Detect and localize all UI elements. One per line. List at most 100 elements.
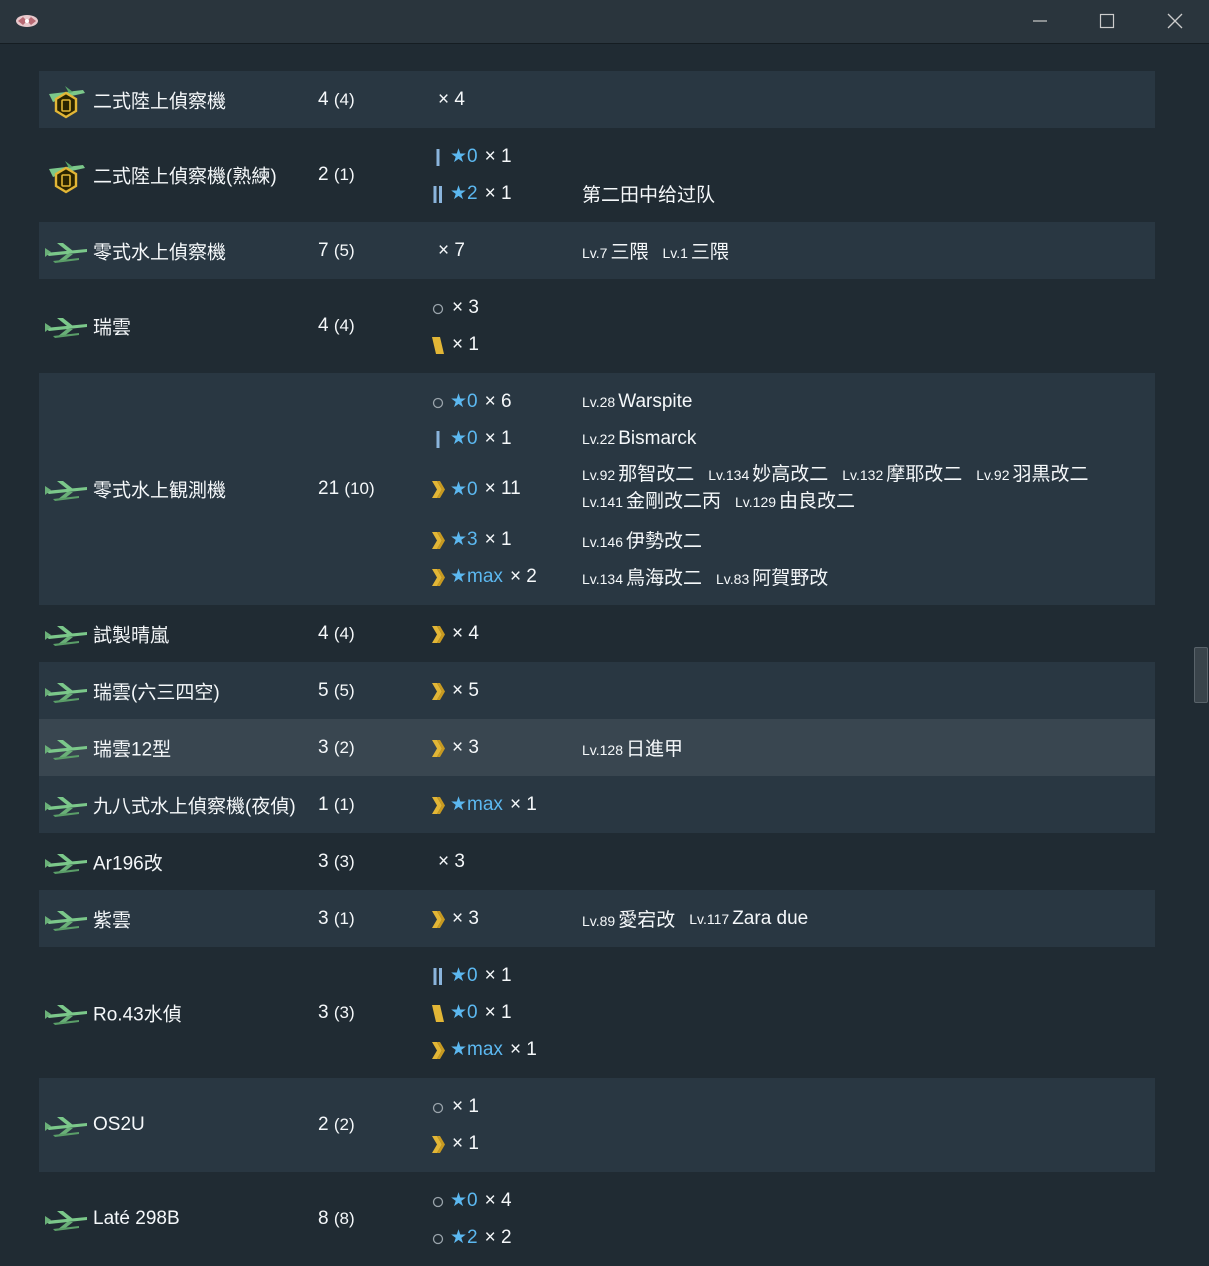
quantity: × 1 [484,427,512,449]
ship-entry[interactable]: Lv.141 金剛改二丙 [582,491,721,512]
quantity: × 1 [509,1038,537,1060]
quantity: × 1 [484,528,512,550]
improvement-group: × 3 [429,843,465,880]
quantity: × 2 [509,565,537,587]
proficiency-4-icon [432,1004,444,1022]
improvement-group: ★0 × 11 [429,457,521,521]
proficiency-max-icon [432,910,445,928]
equipment-row: Ar196改 3 (3) × 3 [39,833,1155,890]
equipment-row: Laté 298B 8 (8) ★0 × 4 ★2 × 2 [39,1172,1155,1266]
ship-name: 由良改二 [779,491,856,512]
quantity: × 3 [438,850,465,872]
ship-name: Zara due [732,907,809,929]
proficiency-none-icon [432,1102,444,1113]
quantity: × 4 [438,88,465,110]
improvement-line: × 3 Lv.89 愛宕改 Lv.117 Zara due [39,900,1155,937]
improvement-group: × 4 [429,615,479,652]
proficiency-blank [429,89,433,111]
proficiency-2-icon [433,185,442,203]
ship-list: Lv.92 那智改二 Lv.134 妙高改二 Lv.132 摩耶改二 Lv.92 羽黒改二 Lv… [582,457,1103,513]
quantity: × 6 [484,390,512,412]
ship-entry[interactable]: Lv.129 由良改二 [735,491,855,512]
ship-level: Lv.134 [708,467,750,483]
ship-name: 羽黒改二 [1012,464,1089,485]
close-button[interactable] [1141,0,1209,43]
proficiency-4-icon [432,336,444,354]
ship-entry[interactable]: Lv.117 Zara due [689,908,808,930]
quantity: × 5 [452,679,479,701]
ship-entry[interactable]: Lv.1 三隈 [662,237,728,264]
improvement-group: × 4 [429,81,465,118]
quantity: × 1 [452,1095,479,1117]
proficiency-max-icon [432,739,445,757]
ship-level: Lv.28 [582,393,616,410]
ship-level: Lv.128 [582,742,623,758]
improvement-group: ★0 × 1 [429,994,512,1031]
ship-entry[interactable]: Lv.134 鳥海改二 [582,563,702,590]
proficiency-blank [429,240,433,262]
quantity: × 11 [484,478,521,499]
ship-level: Lv.89 [582,913,616,929]
minimize-button[interactable] [1006,0,1074,43]
ship-name: 金剛改二丙 [626,491,722,512]
proficiency-max-icon [432,1135,445,1153]
sakura-logo-icon [16,15,38,27]
quantity: × 1 [484,964,512,986]
ship-entry[interactable]: Lv.92 羽黒改二 [976,464,1088,485]
minimize-icon [1033,20,1047,22]
improvement-group: ★0 × 4 [429,1182,512,1219]
ship-name: 三隈 [690,242,729,263]
ship-entry[interactable]: Lv.132 摩耶改二 [842,464,962,485]
star-level: ★max [450,794,503,815]
improvement-line: ★0 × 11 Lv.92 那智改二 Lv.134 妙高改二 Lv.132 摩耶改二 Lv.92… [39,457,1155,521]
ship-level: Lv.22 [582,430,616,447]
improvement-line: ★0 × 6 Lv.28 Warspite [39,383,1155,420]
star-level: ★0 [450,146,478,167]
equipment-row: 二式陸上偵察機(熟練) 2 (1) ★0 × 1 ★2 × 1 第二田中给过队 [39,128,1155,222]
ship-list: Lv.22 Bismarck [582,420,710,457]
improvement-line: × 4 [39,615,1155,652]
proficiency-max-icon [432,568,445,586]
improvement-group: ★2 × 2 [429,1219,512,1256]
ship-entry[interactable]: Lv.128 日進甲 [582,734,683,761]
ship-list: Lv.7 三隈 Lv.1 三隈 [582,232,743,269]
ship-entry[interactable]: Lv.134 妙高改二 [708,464,828,485]
ship-entry[interactable]: Lv.22 Bismarck [582,428,696,450]
star-level: ★max [450,1039,503,1060]
ship-list: Lv.28 Warspite [582,383,706,420]
ship-entry[interactable]: Lv.92 那智改二 [582,464,694,485]
quantity: × 7 [438,239,465,261]
maximize-button[interactable] [1073,0,1141,43]
quantity: × 2 [484,1226,512,1248]
improvement-line: ★max × 1 [39,786,1155,823]
scrollbar-thumb[interactable] [1194,647,1208,703]
equipment-row: 九八式水上偵察機(夜偵) 1 (1) ★max × 1 [39,776,1155,833]
star-level: ★0 [450,428,478,449]
ship-entry[interactable]: Lv.89 愛宕改 [582,905,675,932]
improvement-line: × 7 Lv.7 三隈 Lv.1 三隈 [39,232,1155,269]
fleet-name: 第二田中给过队 [582,185,716,206]
proficiency-none-icon [432,397,444,408]
equipment-row: 瑞雲12型 3 (2) × 3 Lv.128 日進甲 [39,719,1155,776]
star-level: ★0 [450,478,478,500]
ship-name: 日進甲 [626,739,684,760]
improvement-line: × 4 [39,81,1155,118]
ship-entry[interactable]: Lv.83 阿賀野改 [716,563,828,590]
star-level: ★0 [450,1190,478,1211]
improvement-line: ★2 × 2 [39,1219,1155,1256]
proficiency-blank [429,851,433,873]
ship-entry[interactable]: Lv.7 三隈 [582,237,648,264]
improvement-group: ★0 × 6 [429,383,512,420]
improvement-line: ★max × 1 [39,1031,1155,1068]
quantity: × 3 [452,296,479,318]
ship-entry[interactable]: Lv.146 伊勢改二 [582,526,702,553]
quantity: × 1 [484,182,512,204]
quantity: × 4 [452,622,479,644]
improvement-line: × 1 [39,1088,1155,1125]
improvement-group: × 1 [429,1088,479,1125]
quantity: × 1 [452,1132,479,1154]
improvement-line: ★0 × 1 [39,994,1155,1031]
ship-list: Lv.89 愛宕改 Lv.117 Zara due [582,900,822,937]
ship-entry[interactable]: Lv.28 Warspite [582,391,692,413]
ship-level: Lv.1 [662,245,688,261]
